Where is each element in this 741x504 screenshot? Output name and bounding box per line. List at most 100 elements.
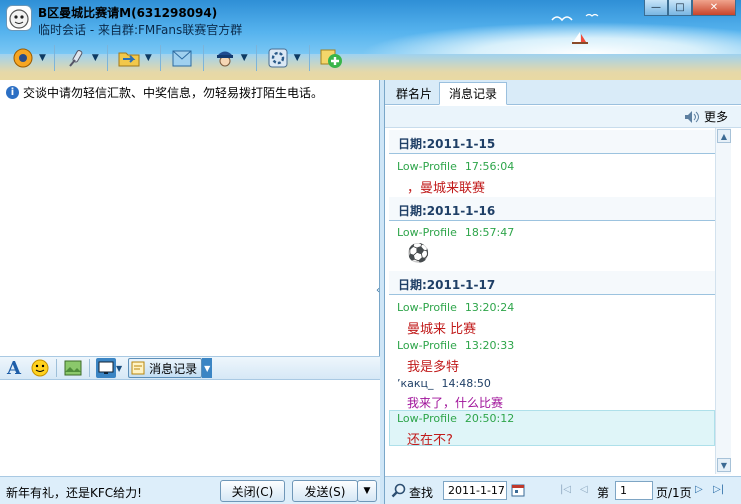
chevron-down-icon[interactable]: ▼	[92, 53, 99, 63]
message-record-button[interactable]: 消息记录	[128, 358, 203, 378]
message-time: 13:20:24	[464, 301, 515, 314]
prev-page-icon[interactable]: ◁	[580, 484, 588, 495]
window-subtitle: 临时会话 - 来自群:FMFans联赛官方群	[38, 23, 243, 37]
date-header: 日期:2011-1-15	[389, 130, 715, 154]
send-file-button[interactable]: ▼	[112, 42, 156, 74]
video-call-button[interactable]: ▼	[6, 42, 50, 74]
maximize-button[interactable]: □	[668, 0, 692, 16]
gear-icon	[265, 45, 291, 71]
message-sender: Low-Profile	[397, 301, 457, 314]
first-page-icon[interactable]: |◁	[560, 484, 571, 495]
chevron-down-icon[interactable]: ▼	[145, 53, 152, 63]
safety-notice: i 交谈中请勿轻信汇款、中奖信息，勿轻易拨打陌生电话。	[6, 84, 323, 101]
search-icon[interactable]	[391, 483, 406, 498]
date-label: 日期:2011-1-15	[398, 137, 496, 151]
message-history: 日期:2011-1-15 Low-Profile 17:56:04 ，曼城来联赛 …	[385, 128, 741, 474]
chevron-down-icon[interactable]: ▼	[241, 53, 248, 63]
scrollbar[interactable]: ▲ ▼	[715, 128, 731, 474]
message-text: 我来了，什么比赛	[407, 396, 504, 410]
tab-message-records[interactable]: 消息记录	[439, 82, 508, 105]
chevron-down-icon[interactable]: ▼	[116, 364, 122, 373]
speaker-icon	[684, 110, 699, 123]
date-label: 日期:2011-1-17	[398, 278, 496, 292]
chat-panel: i 交谈中请勿轻信汇款、中奖信息，勿轻易拨打陌生电话。 ‹ A ▼ 消息记录 ▼…	[0, 80, 380, 504]
message-time: 14:48:50	[441, 377, 491, 390]
page-prefix: 第	[597, 486, 610, 500]
send-button[interactable]: 发送(S)	[292, 480, 358, 502]
toolbar-divider	[106, 45, 108, 71]
seagull-icon	[551, 13, 599, 22]
toolbar-divider	[89, 359, 90, 377]
promo-link[interactable]: 新年有礼，还是KFC给力!	[6, 484, 142, 501]
scroll-down-icon[interactable]: ▼	[717, 458, 731, 472]
page-number-input[interactable]: 1	[615, 481, 653, 500]
toolbar: ▼ ▼ ▼ ▼ ▼	[6, 42, 348, 74]
message-header: Low-Profile 17:56:04	[397, 160, 514, 173]
toolbar-divider	[159, 45, 161, 71]
search-bar: 查找 2011-1-17 |◁ ◁ 第 1 页/1页 ▷ ▷|	[385, 476, 741, 504]
send-mail-button[interactable]	[165, 42, 199, 74]
message-time: 18:57:47	[464, 226, 515, 239]
date-header: 日期:2011-1-17	[389, 271, 715, 295]
microphone-icon	[63, 45, 89, 71]
tab-bar: 群名片 消息记录	[385, 80, 741, 105]
message-text: 曼城来 比赛	[407, 322, 477, 337]
date-label: 日期:2011-1-16	[398, 204, 496, 218]
close-window-button[interactable]: ✕	[692, 0, 736, 16]
window-title: B区曼城比赛请M(631298094)	[38, 6, 218, 20]
title-bar: B区曼城比赛请M(631298094) 临时会话 - 来自群:FMFans联赛官…	[0, 0, 741, 80]
emoticon-icon[interactable]	[30, 358, 50, 378]
calendar-icon[interactable]	[511, 483, 525, 497]
toolbar-divider	[56, 359, 57, 377]
message-sender: Low-Profile	[397, 412, 457, 425]
message-record-label: 消息记录	[149, 361, 198, 376]
info-icon: i	[6, 86, 19, 99]
message-sender: Low-Profile	[397, 226, 457, 239]
message-header: Low-Profile 18:57:47	[397, 226, 514, 239]
tab-group-card[interactable]: 群名片	[387, 82, 441, 105]
close-button[interactable]: 关闭(C)	[220, 480, 285, 502]
camera-icon	[10, 45, 36, 71]
soccer-ball-icon: ⚽	[407, 243, 430, 264]
image-icon[interactable]	[63, 358, 83, 378]
page-total: 页/1页	[656, 486, 692, 500]
message-input[interactable]	[0, 380, 380, 476]
voice-call-button[interactable]: ▼	[59, 42, 103, 74]
message-header: Low-Profile 13:20:33	[397, 339, 514, 352]
message-sender: Low-Profile	[397, 339, 457, 352]
collapse-arrow-icon[interactable]: ‹	[376, 285, 380, 296]
toolbar-divider	[202, 45, 204, 71]
send-bar: 新年有礼，还是KFC给力! 关闭(C) 发送(S) ▼	[0, 476, 380, 504]
chevron-down-icon[interactable]: ▼	[202, 358, 213, 378]
message-text: ，曼城来联赛	[407, 181, 486, 196]
next-page-icon[interactable]: ▷	[695, 484, 703, 495]
history-toolbar: 更多	[385, 106, 741, 128]
chevron-down-icon[interactable]: ▼	[357, 480, 377, 502]
minimize-button[interactable]: —	[644, 0, 668, 16]
app-menu-button[interactable]: ▼	[208, 42, 252, 74]
more-button[interactable]: 更多	[684, 108, 728, 125]
scroll-up-icon[interactable]: ▲	[717, 129, 731, 143]
toolbar-divider	[308, 45, 310, 71]
message-time: 13:20:33	[464, 339, 515, 352]
format-toolbar: A ▼ 消息记录 ▼	[0, 356, 380, 380]
envelope-icon	[169, 45, 195, 71]
search-label[interactable]: 查找	[409, 484, 433, 501]
last-page-icon[interactable]: ▷|	[713, 484, 724, 495]
add-app-button[interactable]	[314, 42, 348, 74]
message-header: Low-Profile 13:20:24	[397, 301, 514, 314]
font-icon[interactable]: A	[4, 358, 24, 379]
app-avatar[interactable]	[6, 5, 32, 31]
date-field[interactable]: 2011-1-17	[443, 481, 507, 500]
message-sender: Low-Profile	[397, 160, 457, 173]
chevron-down-icon[interactable]: ▼	[294, 53, 301, 63]
screenshot-icon[interactable]	[96, 358, 116, 378]
settings-button[interactable]: ▼	[261, 42, 305, 74]
message-record-icon	[131, 361, 145, 375]
plus-icon	[318, 45, 344, 71]
message-sender: ’какц_	[397, 377, 434, 390]
chevron-down-icon[interactable]: ▼	[39, 53, 46, 63]
side-panel: 群名片 消息记录 更多 日期:2011-1-15 Low-Profile 17:5…	[384, 80, 741, 504]
safety-notice-text: 交谈中请勿轻信汇款、中奖信息，勿轻易拨打陌生电话。	[23, 86, 324, 100]
message-header: ’какц_ 14:48:50	[397, 377, 491, 390]
